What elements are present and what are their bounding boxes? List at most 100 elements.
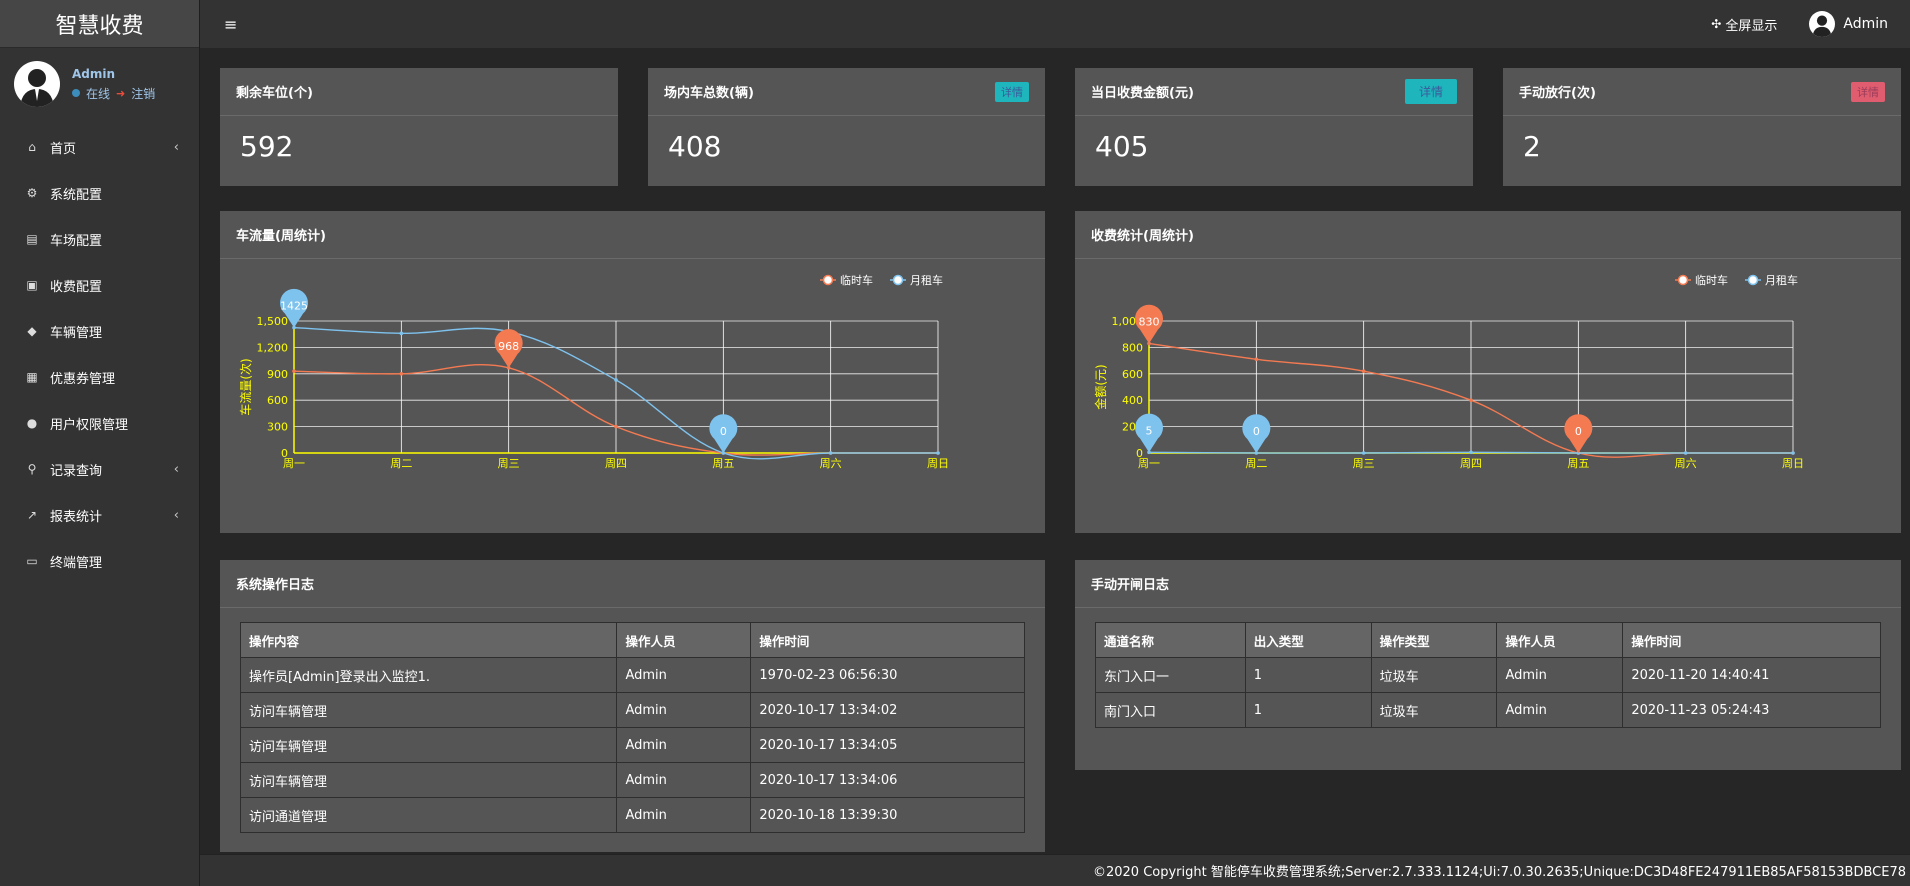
- fullscreen-button[interactable]: ✣ 全屏显示: [1711, 15, 1777, 34]
- stat-card-free-spaces: 剩余车位(个) 592: [220, 68, 618, 186]
- stat-title: 手动放行(次): [1519, 86, 1596, 101]
- sidebar-item[interactable]: ▦ 优惠券管理: [0, 354, 199, 400]
- table-cell: Admin: [616, 692, 752, 728]
- y-axis-label: 车流量(次): [238, 358, 253, 415]
- chart-title: 车流量(周统计): [236, 229, 326, 244]
- x-tick-label: 周四: [1460, 457, 1482, 470]
- table-title: 系统操作日志: [236, 578, 315, 593]
- sidebar-item[interactable]: ⚲ 记录查询 ‹: [0, 446, 199, 492]
- column-header: 操作时间: [750, 622, 1025, 658]
- column-header: 操作人员: [616, 622, 752, 658]
- sidebar-item[interactable]: ▤ 车场配置: [0, 216, 199, 262]
- data-point: [399, 372, 404, 376]
- sidebar-item[interactable]: ▭ 终端管理: [0, 538, 199, 584]
- sidebar-item[interactable]: ⌂ 首页 ‹: [0, 124, 199, 170]
- search-icon: ⚲: [27, 462, 37, 476]
- table-cell: 1970-02-23 06:56:30: [750, 657, 1025, 693]
- sidebar-item[interactable]: ▣ 收费配置: [0, 262, 199, 308]
- footer: ©2020 Copyright 智能停车收费管理系统;Server:2.7.33…: [200, 854, 1910, 886]
- sidebar-item-label: 记录查询: [50, 463, 103, 479]
- x-tick-label: 周四: [605, 457, 627, 470]
- data-point: [936, 451, 940, 455]
- column-header: 操作时间: [1622, 622, 1881, 658]
- legend-label: 月租车: [910, 273, 943, 287]
- marker-label: 0: [720, 425, 727, 438]
- file-icon: ▤: [26, 232, 38, 246]
- table-cell: 访问车辆管理: [239, 727, 618, 763]
- stat-value: 592: [240, 130, 294, 163]
- stat-title: 场内车总数(辆): [664, 86, 754, 101]
- sidebar-item-label: 车辆管理: [50, 325, 103, 341]
- table-cell: 操作员[Admin]登录出入监控1.: [239, 657, 618, 693]
- x-tick-label: 周五: [1567, 457, 1589, 470]
- app-logo[interactable]: 智慧收费: [0, 0, 199, 48]
- operation-log-card: 系统操作日志 操作内容 操作人员 操作时间 操作员[Admin]登录出入监控1. Ad…: [220, 560, 1045, 852]
- chevron-left-icon: ‹: [173, 461, 179, 477]
- y-axis-label: 金额(元): [1093, 364, 1108, 409]
- sidebar-item[interactable]: ◆ 车辆管理: [0, 308, 199, 354]
- table-cell: Admin: [616, 762, 752, 798]
- table-row: 访问车辆管理 Admin 2020-10-17 13:34:02: [239, 692, 1025, 728]
- x-tick-label: 周三: [498, 457, 520, 470]
- x-tick-label: 周三: [1353, 457, 1375, 470]
- top-navbar: ≡ ✣ 全屏显示 Admin: [200, 0, 1910, 48]
- sidebar-item-label: 终端管理: [50, 555, 103, 571]
- table-cell: 访问通道管理: [239, 797, 618, 833]
- table-row: 访问通道管理 Admin 2020-10-18 13:39:30: [239, 797, 1025, 833]
- data-point: [1361, 451, 1366, 455]
- sidebar-item-label: 优惠券管理: [50, 371, 116, 387]
- traffic-chart-card: 车流量(周统计) 临时车 月租车 0 300 600 900 1,200 1,500 周一 周二 周…: [220, 211, 1045, 533]
- legend-label: 临时车: [1695, 273, 1728, 287]
- table-cell: Admin: [616, 727, 752, 763]
- table-row: 访问车辆管理 Admin 2020-10-17 13:34:05: [239, 727, 1025, 763]
- table-cell: 2020-10-17 13:34:02: [750, 692, 1025, 728]
- x-tick-label: 周一: [283, 457, 305, 470]
- table-cell: 访问车辆管理: [239, 692, 618, 728]
- online-status-icon: [72, 89, 80, 97]
- sidebar-item-label: 报表统计: [50, 509, 103, 525]
- column-header: 操作类型: [1370, 622, 1498, 658]
- column-header: 出入类型: [1244, 622, 1372, 658]
- y-tick-label: 300: [267, 421, 288, 434]
- stat-card-daily-revenue: 当日收费金额(元) 详情 405: [1075, 68, 1473, 186]
- stat-card-vehicles-inside: 场内车总数(辆) 详情 408: [648, 68, 1045, 186]
- table-cell: 2020-11-23 05:24:43: [1622, 692, 1881, 728]
- table-cell: 1: [1244, 692, 1372, 728]
- legend-marker: [822, 274, 834, 286]
- table-cell: 2020-10-17 13:34:05: [750, 727, 1025, 763]
- sidebar-item[interactable]: ↗ 报表统计 ‹: [0, 492, 199, 538]
- data-point: [614, 424, 618, 429]
- table-row: 访问车辆管理 Admin 2020-10-17 13:34:06: [239, 762, 1025, 798]
- sidebar-item[interactable]: ⚙ 系统配置: [0, 170, 199, 216]
- table-row: 操作员[Admin]登录出入监控1. Admin 1970-02-23 06:56:…: [239, 657, 1025, 693]
- column-header: 通道名称: [1095, 622, 1246, 658]
- fullscreen-icon: ✣: [1711, 17, 1722, 31]
- table-row: 东门入口一 1 垃圾车 Admin 2020-11-20 14:40:41: [1095, 657, 1881, 693]
- details-button[interactable]: 详情: [995, 81, 1029, 102]
- top-avatar: [1809, 11, 1836, 37]
- chart-title: 收费统计(周统计): [1091, 229, 1194, 244]
- marker-label: 0: [1575, 425, 1582, 438]
- sidebar-item[interactable]: ● 用户权限管理: [0, 400, 199, 446]
- details-button[interactable]: 详情: [1404, 79, 1457, 104]
- y-tick-label: 900: [267, 368, 288, 381]
- menu-toggle-icon[interactable]: ≡: [224, 15, 237, 34]
- y-tick-label: 600: [1122, 368, 1143, 381]
- top-user-menu[interactable]: Admin: [1809, 11, 1888, 37]
- marker-label: 968: [498, 340, 519, 353]
- details-button[interactable]: 详情: [1851, 81, 1885, 102]
- user-circle-icon: ●: [26, 416, 38, 430]
- data-point: [1361, 369, 1366, 373]
- revenue-chart-card: 收费统计(周统计) 临时车 月租车 0 200 400 600 800 1,000 周一 周二 周三…: [1075, 211, 1901, 533]
- x-tick-label: 周六: [1675, 457, 1697, 470]
- logout-icon[interactable]: ➜: [116, 87, 125, 100]
- logout-link[interactable]: 注销: [131, 85, 155, 102]
- sidebar-item-label: 用户权限管理: [50, 417, 129, 433]
- data-point: [1254, 357, 1259, 362]
- marker-label: 1425: [280, 300, 308, 313]
- y-tick-label: 400: [1122, 394, 1143, 407]
- chevron-left-icon: ‹: [173, 139, 179, 155]
- operation-log-table: 操作内容 操作人员 操作时间 操作员[Admin]登录出入监控1. Admin 1970…: [239, 622, 1025, 833]
- table-cell: 垃圾车: [1370, 692, 1498, 728]
- legend-marker: [1747, 274, 1759, 286]
